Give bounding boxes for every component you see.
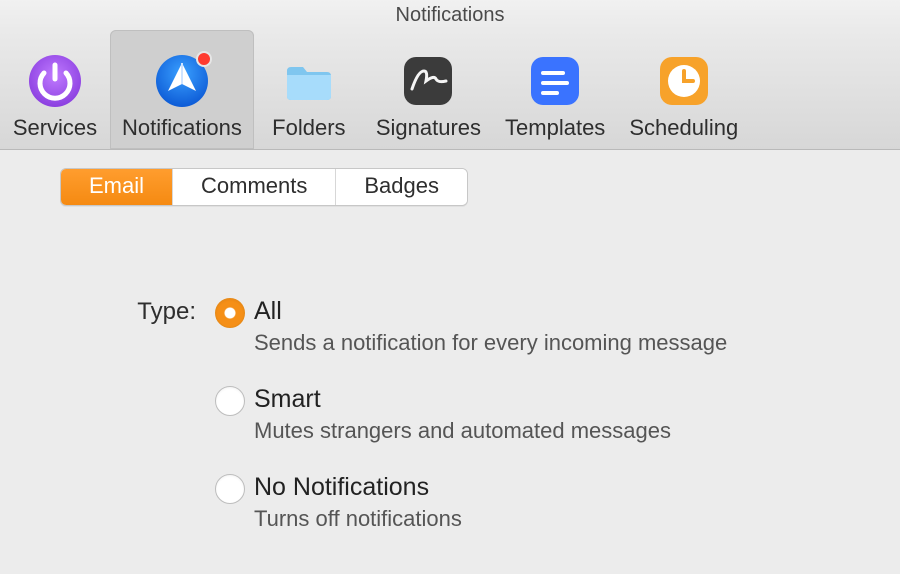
subtabs: Email Comments Badges [60, 168, 468, 206]
toolbar-item-services[interactable]: Services [0, 30, 110, 149]
toolbar-item-templates[interactable]: Templates [493, 30, 617, 149]
toolbar-label: Templates [505, 115, 605, 141]
option-title: Smart [254, 384, 860, 414]
option-subtitle: Sends a notification for every incoming … [254, 330, 860, 356]
tab-comments[interactable]: Comments [173, 169, 336, 205]
option-row-all: Type: All Sends a notification for every… [118, 296, 860, 356]
toolbar-label: Services [13, 115, 97, 141]
tab-badges[interactable]: Badges [336, 169, 467, 205]
toolbar-label: Folders [272, 115, 345, 141]
power-icon [27, 53, 83, 109]
option-row-none: . No Notifications Turns off notificatio… [118, 472, 860, 532]
option-subtitle: Mutes strangers and automated messages [254, 418, 860, 444]
templates-icon [527, 53, 583, 109]
toolbar-item-notifications[interactable]: Notifications [110, 30, 254, 149]
radio-all[interactable] [215, 298, 245, 328]
option-title: No Notifications [254, 472, 860, 502]
radio-none[interactable] [215, 474, 245, 504]
option-subtitle: Turns off notifications [254, 506, 860, 532]
notification-badge-icon [196, 51, 212, 67]
toolbar-label: Notifications [122, 115, 242, 141]
toolbar-label: Signatures [376, 115, 481, 141]
paper-plane-icon [154, 53, 210, 109]
folder-icon [281, 53, 337, 109]
option-row-smart: . Smart Mutes strangers and automated me… [118, 384, 860, 444]
toolbar-item-folders[interactable]: Folders [254, 30, 364, 149]
signature-icon [400, 53, 456, 109]
preferences-toolbar: Services Notifications [0, 30, 900, 150]
toolbar-item-scheduling[interactable]: Scheduling [617, 30, 750, 149]
clock-icon [656, 53, 712, 109]
option-title: All [254, 296, 860, 326]
radio-smart[interactable] [215, 386, 245, 416]
tab-email[interactable]: Email [61, 169, 173, 205]
type-label: Type: [118, 296, 206, 328]
window-title: Notifications [0, 0, 900, 30]
toolbar-label: Scheduling [629, 115, 738, 141]
content-area: Email Comments Badges Type: All Sends a … [0, 150, 900, 532]
type-form: Type: All Sends a notification for every… [0, 296, 900, 532]
toolbar-item-signatures[interactable]: Signatures [364, 30, 493, 149]
